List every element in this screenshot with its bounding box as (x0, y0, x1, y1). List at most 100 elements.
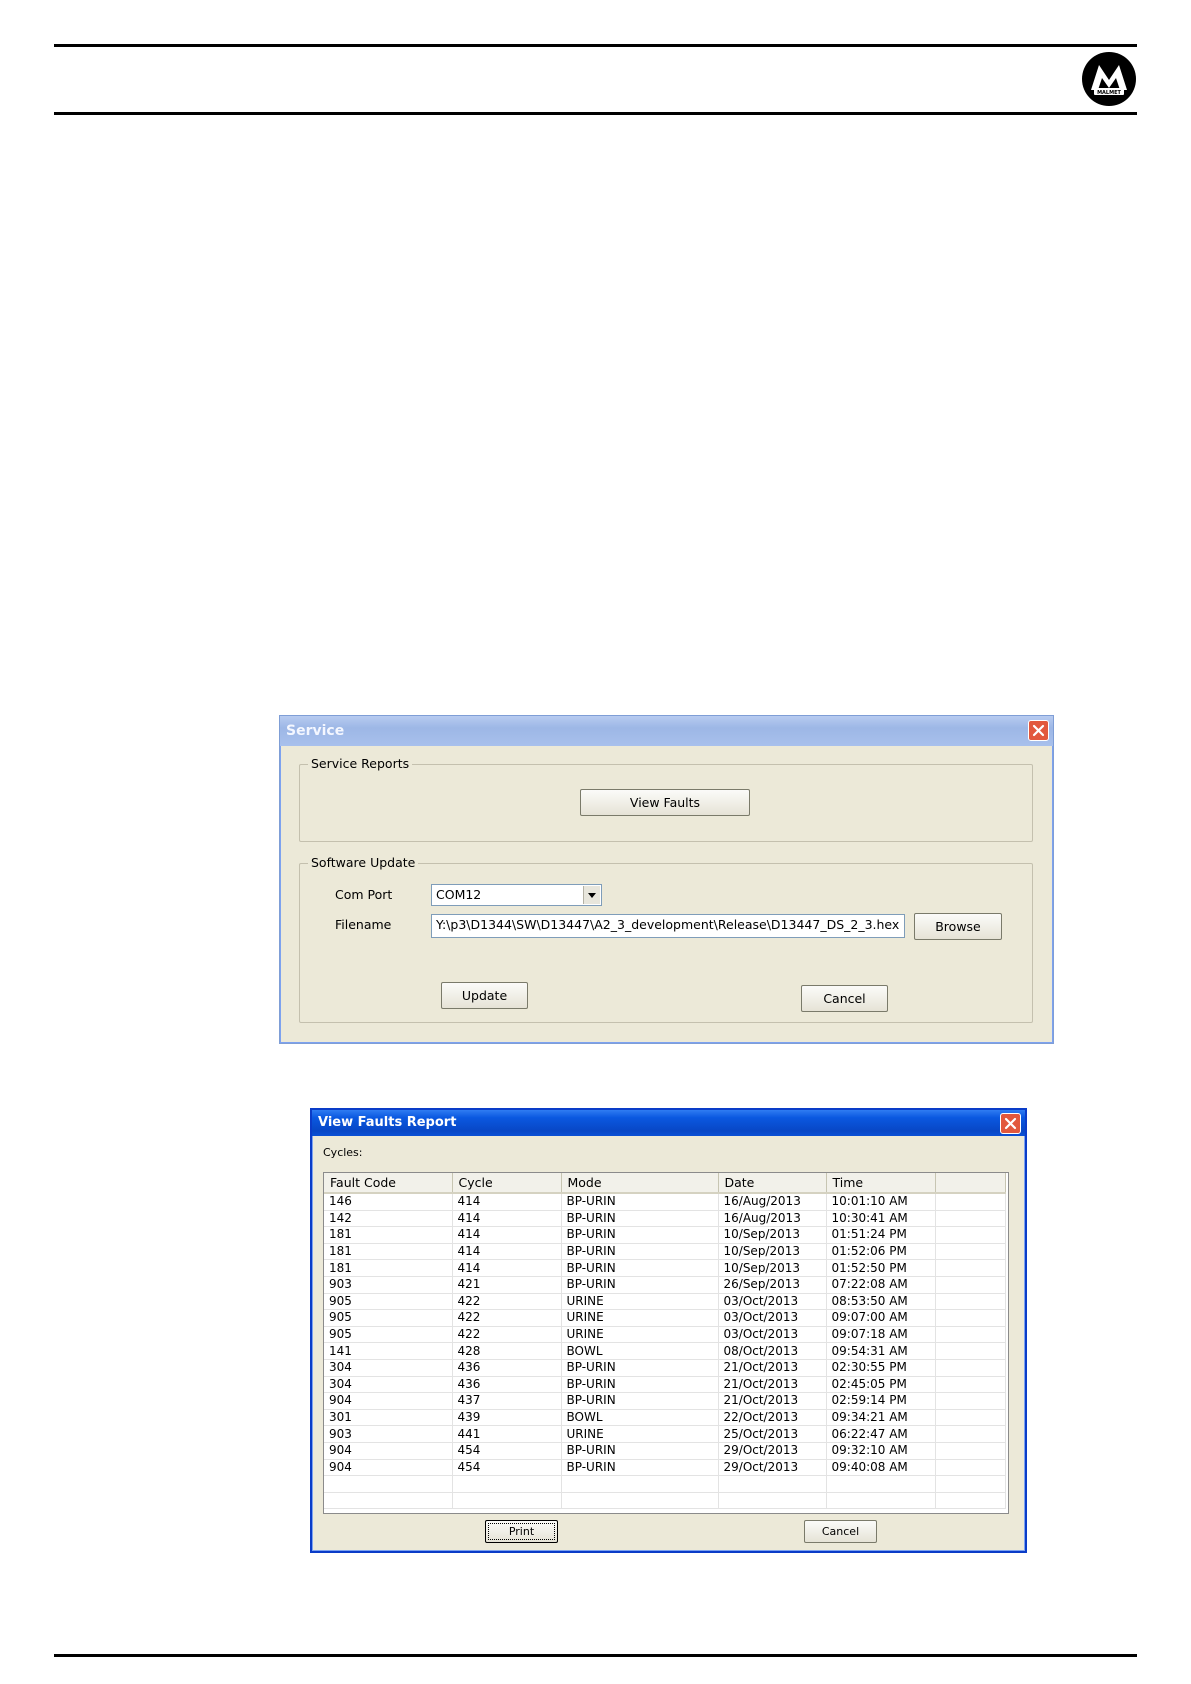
table-row[interactable]: 903 421 BP-URIN 26/Sep/2013 07:22:08 AM (324, 1276, 1006, 1294)
table-row[interactable]: 903 441 URINE 25/Oct/2013 06:22:47 AM (324, 1425, 1006, 1443)
table-row[interactable]: 304 436 BP-URIN 21/Oct/2013 02:30:55 PM (324, 1359, 1006, 1377)
table-cell: 26/Sep/2013 (718, 1276, 827, 1294)
table-cell: 16/Aug/2013 (718, 1210, 827, 1228)
table-cell: 03/Oct/2013 (718, 1293, 827, 1311)
table-cell-empty (935, 1492, 1006, 1510)
table-cell: URINE (561, 1326, 719, 1344)
software-update-label: Software Update (308, 855, 419, 870)
table-cell-empty (452, 1475, 562, 1493)
service-reports-label: Service Reports (308, 756, 413, 771)
table-row[interactable]: 301 439 BOWL 22/Oct/2013 09:34:21 AM (324, 1409, 1006, 1427)
table-row[interactable]: 904 454 BP-URIN 29/Oct/2013 09:32:10 AM (324, 1442, 1006, 1460)
table-cell: 29/Oct/2013 (718, 1442, 827, 1460)
table-row[interactable]: 181 414 BP-URIN 10/Sep/2013 01:51:24 PM (324, 1226, 1006, 1244)
table-cell: 146 (324, 1193, 453, 1211)
table-cell-empty (935, 1442, 1006, 1460)
table-cell-empty (826, 1475, 936, 1493)
filename-field[interactable]: Y:\p3\D1344\SW\D13447\A2_3_development\R… (431, 914, 905, 938)
table-row[interactable]: 905 422 URINE 03/Oct/2013 09:07:18 AM (324, 1326, 1006, 1344)
faults-close-button[interactable] (1000, 1113, 1021, 1134)
table-row[interactable]: 141 428 BOWL 08/Oct/2013 09:54:31 AM (324, 1342, 1006, 1360)
table-cell: URINE (561, 1309, 719, 1327)
table-row[interactable]: 904 437 BP-URIN 21/Oct/2013 02:59:14 PM (324, 1392, 1006, 1410)
table-cell: 09:07:00 AM (826, 1309, 936, 1327)
column-header[interactable] (935, 1173, 1006, 1194)
table-cell: 414 (452, 1259, 562, 1277)
table-cell: 436 (452, 1376, 562, 1394)
table-cell: 09:32:10 AM (826, 1442, 936, 1460)
table-cell: 454 (452, 1459, 562, 1477)
close-icon (1032, 724, 1045, 737)
table-cell: BP-URIN (561, 1226, 719, 1244)
table-row[interactable]: 304 436 BP-URIN 21/Oct/2013 02:45:05 PM (324, 1376, 1006, 1394)
table-cell: 01:52:06 PM (826, 1243, 936, 1261)
table-cell: 454 (452, 1442, 562, 1460)
print-button[interactable]: Print (485, 1520, 558, 1543)
table-row[interactable]: 904 454 BP-URIN 29/Oct/2013 09:40:08 AM (324, 1459, 1006, 1477)
table-cell: 181 (324, 1243, 453, 1261)
table-cell-empty (324, 1492, 453, 1510)
faults-titlebar[interactable]: View Faults Report (312, 1110, 1025, 1136)
table-cell: 06:22:47 AM (826, 1425, 936, 1443)
table-cell: 21/Oct/2013 (718, 1392, 827, 1410)
table-row[interactable]: 905 422 URINE 03/Oct/2013 08:53:50 AM (324, 1293, 1006, 1311)
com-port-select[interactable]: COM12 (431, 884, 602, 906)
table-cell: 10/Sep/2013 (718, 1226, 827, 1244)
footer-rule (54, 1654, 1137, 1657)
table-cell: 414 (452, 1193, 562, 1211)
service-titlebar[interactable]: Service (280, 716, 1053, 746)
table-cell: 16/Aug/2013 (718, 1193, 827, 1211)
column-header[interactable]: Date (718, 1173, 827, 1194)
table-cell-empty (935, 1425, 1006, 1443)
column-header[interactable]: Time (826, 1173, 936, 1194)
table-row[interactable]: 142 414 BP-URIN 16/Aug/2013 10:30:41 AM (324, 1210, 1006, 1228)
table-cell: 181 (324, 1226, 453, 1244)
table-row[interactable]: 181 414 BP-URIN 10/Sep/2013 01:52:50 PM (324, 1259, 1006, 1277)
table-cell: 304 (324, 1359, 453, 1377)
cancel-button[interactable]: Cancel (801, 985, 888, 1012)
faults-cancel-button[interactable]: Cancel (804, 1520, 877, 1543)
faults-list[interactable]: Fault Code Cycle Mode Date Time 146 414 BP-URI… (323, 1172, 1009, 1514)
table-cell: 03/Oct/2013 (718, 1326, 827, 1344)
table-row[interactable]: 905 422 URINE 03/Oct/2013 09:07:00 AM (324, 1309, 1006, 1327)
column-header[interactable]: Fault Code (324, 1173, 453, 1194)
table-row[interactable]: 146 414 BP-URIN 16/Aug/2013 10:01:10 AM (324, 1193, 1006, 1211)
column-header[interactable]: Cycle (452, 1173, 562, 1194)
table-cell: 09:54:31 AM (826, 1342, 936, 1360)
table-cell: 02:59:14 PM (826, 1392, 936, 1410)
table-cell-empty (935, 1259, 1006, 1277)
table-cell-empty (935, 1409, 1006, 1427)
table-cell: 905 (324, 1293, 453, 1311)
table-cell-empty (935, 1475, 1006, 1493)
header-rule-bottom (54, 112, 1137, 115)
table-cell: 414 (452, 1210, 562, 1228)
update-button[interactable]: Update (441, 982, 528, 1009)
table-cell: 09:34:21 AM (826, 1409, 936, 1427)
table-cell: 441 (452, 1425, 562, 1443)
table-cell-empty (324, 1475, 453, 1493)
table-row[interactable]: 181 414 BP-URIN 10/Sep/2013 01:52:06 PM (324, 1243, 1006, 1261)
column-header[interactable]: Mode (561, 1173, 719, 1194)
faults-table: Fault Code Cycle Mode Date Time 146 414 BP-URI… (324, 1173, 1006, 1510)
table-cell: URINE (561, 1293, 719, 1311)
faults-title: View Faults Report (318, 1115, 457, 1130)
table-cell: 903 (324, 1425, 453, 1443)
view-faults-button[interactable]: View Faults (580, 789, 750, 816)
table-cell: 422 (452, 1326, 562, 1344)
table-cell: 10/Sep/2013 (718, 1259, 827, 1277)
faults-header-row: Fault Code Cycle Mode Date Time (324, 1173, 1006, 1194)
cycles-label: Cycles: (323, 1146, 363, 1159)
browse-button[interactable]: Browse (914, 913, 1002, 940)
table-cell: 10:01:10 AM (826, 1193, 936, 1211)
service-close-button[interactable] (1028, 720, 1049, 741)
table-cell: 142 (324, 1210, 453, 1228)
table-cell: BOWL (561, 1409, 719, 1427)
table-cell-empty (718, 1475, 827, 1493)
chevron-down-icon[interactable] (583, 886, 600, 904)
table-cell: 904 (324, 1392, 453, 1410)
table-cell-empty (561, 1475, 719, 1493)
table-row-empty (324, 1475, 1006, 1493)
table-cell: BP-URIN (561, 1259, 719, 1277)
print-label: Print (487, 1523, 556, 1540)
table-cell: BOWL (561, 1342, 719, 1360)
